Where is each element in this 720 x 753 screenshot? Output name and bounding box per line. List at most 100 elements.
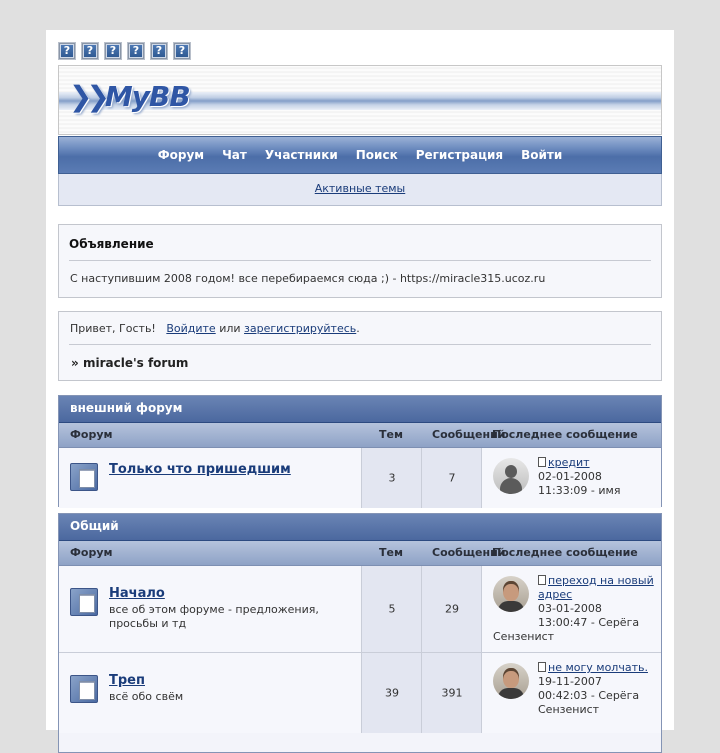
forum-link[interactable]: Начало — [109, 586, 165, 601]
topics-count: 3 — [388, 471, 396, 485]
announcement-panel: Объявление С наступившим 2008 годом! все… — [58, 224, 662, 298]
last-post-link[interactable]: кредит — [548, 456, 590, 469]
breadcrumb: » miracle's forum — [71, 356, 188, 370]
document-icon — [538, 457, 546, 467]
site-logo[interactable]: ❯❯MyBB — [69, 80, 191, 113]
col-last-post: Последнее сообщение — [492, 428, 638, 441]
help-icon: ? — [82, 43, 98, 59]
posts-cell: 7 — [421, 448, 482, 508]
last-post-cell: не могу молчать. 19-11-2007 00:42:03 - С… — [481, 653, 661, 733]
avatar — [493, 458, 529, 494]
site-header: ❯❯MyBB — [58, 65, 662, 135]
category-title[interactable]: внешний форум — [59, 396, 661, 423]
login-link[interactable]: Войдите — [166, 322, 215, 335]
period-text: . — [356, 322, 360, 335]
category-general: Общий Форум Тем Сообщений Последнее сооб… — [58, 513, 662, 753]
last-post-cell: переход на новый адрес 03-01-2008 13:00:… — [481, 566, 661, 652]
help-button-2[interactable]: ? — [81, 42, 99, 60]
topics-cell: 5 — [361, 566, 422, 652]
forum-read-icon — [70, 675, 98, 703]
last-post-time-author: 11:33:09 - имя — [538, 484, 621, 497]
help-icon: ? — [59, 43, 75, 59]
last-post-author-cont: Сензенист — [493, 630, 555, 643]
main-nav: Форум Чат Участники Поиск Регистрация Во… — [58, 136, 662, 174]
nav-register[interactable]: Регистрация — [416, 148, 503, 162]
posts-count: 29 — [445, 602, 459, 616]
forum-link[interactable]: Только что пришедшим — [109, 462, 291, 477]
posts-count: 7 — [448, 471, 456, 485]
nav-forum[interactable]: Форум — [158, 148, 204, 162]
forum-cell: Только что пришедшим — [59, 448, 361, 508]
help-button-1[interactable]: ? — [58, 42, 76, 60]
nav-members[interactable]: Участники — [265, 148, 338, 162]
active-topics-link[interactable]: Активные темы — [315, 182, 406, 195]
col-topics: Тем — [379, 546, 403, 559]
nav-search[interactable]: Поиск — [356, 148, 398, 162]
col-forum: Форум — [70, 546, 113, 559]
posts-cell: 29 — [421, 566, 482, 652]
topics-count: 5 — [388, 602, 396, 616]
announcement-title: Объявление — [69, 237, 154, 251]
col-topics: Тем — [379, 428, 403, 441]
help-icon: ? — [174, 43, 190, 59]
col-forum: Форум — [70, 428, 113, 441]
column-header-row: Форум Тем Сообщений Последнее сообщение — [59, 423, 661, 448]
welcome-line: Привет, Гость! Войдите или зарегистрируй… — [70, 322, 360, 335]
logo-text: MyBB — [104, 80, 191, 113]
last-post-author-cont: Сензенист — [538, 703, 600, 716]
category-external: внешний форум Форум Тем Сообщений Послед… — [58, 395, 662, 508]
last-post-info: переход на новый адрес 03-01-2008 13:00:… — [493, 574, 655, 643]
forum-description: все об этом форуме - предложения, просьб… — [109, 603, 319, 630]
help-icon: ? — [151, 43, 167, 59]
breadcrumb-arrow-icon: » — [71, 356, 79, 370]
forum-row: Только что пришедшим 3 7 кредит 02-01-20… — [59, 448, 661, 508]
avatar — [493, 663, 529, 699]
help-button-3[interactable]: ? — [104, 42, 122, 60]
last-post-link[interactable]: переход на новый адрес — [538, 574, 654, 601]
announcement-text: С наступившим 2008 годом! все перебираем… — [70, 272, 546, 285]
forum-description: всё обо свём — [109, 690, 184, 703]
welcome-panel: Привет, Гость! Войдите или зарегистрируй… — [58, 311, 662, 381]
toolbar: ? ? ? ? ? ? — [58, 42, 662, 64]
last-post-date: 02-01-2008 — [538, 470, 602, 483]
document-icon — [538, 662, 546, 672]
help-button-5[interactable]: ? — [150, 42, 168, 60]
topics-cell: 39 — [361, 653, 422, 733]
forum-cell: Начало все об этом форуме - предложения,… — [59, 566, 361, 652]
nav-login[interactable]: Войти — [521, 148, 562, 162]
page-container: ? ? ? ? ? ? ❯❯MyBB Форум Чат Участники П… — [46, 30, 674, 753]
last-post-info: кредит 02-01-2008 11:33:09 - имя — [538, 456, 655, 498]
divider — [69, 260, 651, 261]
help-button-6[interactable]: ? — [173, 42, 191, 60]
logo-chevron-icon: ❯❯ — [69, 80, 110, 113]
greeting-text: Привет, Гость! — [70, 322, 156, 335]
last-post-cell: кредит 02-01-2008 11:33:09 - имя — [481, 448, 661, 508]
divider — [69, 344, 651, 345]
last-post-info: не могу молчать. 19-11-2007 00:42:03 - С… — [538, 661, 655, 717]
avatar — [493, 576, 529, 612]
category-title[interactable]: Общий — [59, 514, 661, 541]
posts-count: 391 — [441, 686, 463, 700]
last-post-link[interactable]: не могу молчать. — [548, 661, 648, 674]
last-post-date: 19-11-2007 — [538, 675, 602, 688]
register-link[interactable]: зарегистрируйтесь — [244, 322, 356, 335]
last-post-time-author: 13:00:47 - Серёга — [538, 616, 640, 629]
topics-cell: 3 — [361, 448, 422, 508]
help-button-4[interactable]: ? — [127, 42, 145, 60]
topics-count: 39 — [385, 686, 399, 700]
help-icon: ? — [128, 43, 144, 59]
help-icon: ? — [105, 43, 121, 59]
forum-read-icon — [70, 588, 98, 616]
document-icon — [538, 575, 546, 585]
nav-chat[interactable]: Чат — [222, 148, 247, 162]
last-post-date: 03-01-2008 — [538, 602, 602, 615]
col-last-post: Последнее сообщение — [492, 546, 638, 559]
forum-cell: Треп всё обо свём — [59, 653, 361, 733]
last-post-time-author: 00:42:03 - Серёга — [538, 689, 640, 702]
forum-link[interactable]: Треп — [109, 673, 145, 688]
breadcrumb-home-link[interactable]: miracle's forum — [83, 356, 188, 370]
column-header-row: Форум Тем Сообщений Последнее сообщение — [59, 541, 661, 566]
sub-nav: Активные темы — [58, 174, 662, 206]
forum-row: Начало все об этом форуме - предложения,… — [59, 566, 661, 653]
forum-read-icon — [70, 463, 98, 491]
